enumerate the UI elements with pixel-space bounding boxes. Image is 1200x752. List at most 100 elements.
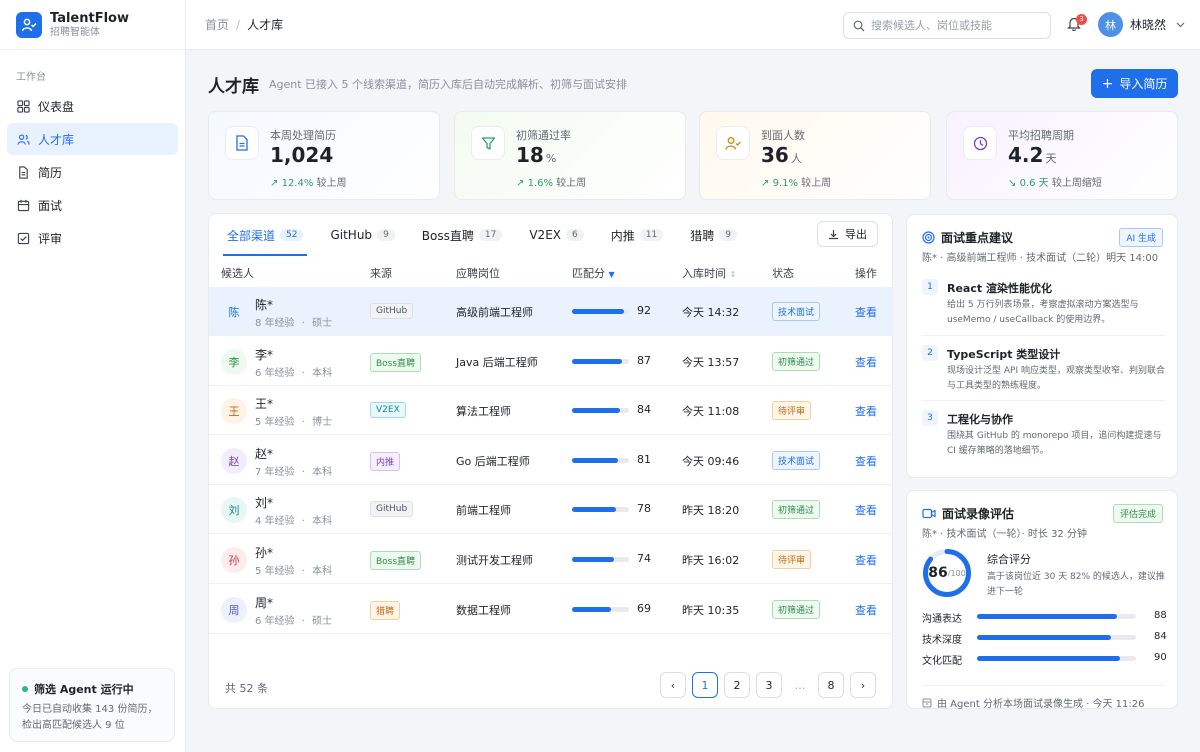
candidate-avatar: 李 <box>221 348 247 375</box>
prev-page-button[interactable]: ‹ <box>660 672 686 698</box>
kpi-label: 本周处理简历 <box>270 129 336 142</box>
search-icon <box>853 20 865 31</box>
table-row[interactable]: 陈陈* 8 年经验 · 硕士 GitHub 高级前端工程师 92 今天 14:32 技术面试… <box>209 287 894 336</box>
source-tag: GitHub <box>370 501 414 518</box>
kpi-card-interviewees: 到面人数 36 人 ↗ 9.1% 较上周 <box>699 111 931 200</box>
entry-time: 昨天 10:35 <box>682 603 740 617</box>
brand[interactable]: TalentFlow 招聘智能体 <box>0 0 185 50</box>
match-score-bar <box>572 358 629 364</box>
entry-time: 今天 13:57 <box>682 355 740 369</box>
candidate-meta: 8 年经验 · 硕士 <box>255 318 333 329</box>
source-tag: V2EX <box>370 402 406 419</box>
search-box[interactable] <box>843 12 1051 39</box>
table-row[interactable]: 孙孙* 5 年经验 · 本科 Boss直聘 测试开发工程师 74 昨天 16:02 待评审 查… <box>209 535 894 584</box>
score-desc: 高于该岗位近 30 天 82% 的候选人，建议推进下一轮 <box>987 572 1165 597</box>
chevron-down-icon <box>1176 22 1185 27</box>
table-row[interactable]: 刘刘* 4 年经验 · 本科 GitHub 前端工程师 78 昨天 18:20 初筛通过 查看 <box>209 485 894 535</box>
candidate-name: 王* <box>255 397 274 412</box>
tab-boss[interactable]: Boss直聘 17 <box>422 218 503 252</box>
metric-bar-fill <box>977 656 1121 661</box>
user-menu[interactable]: 林 林晓然 <box>1098 12 1185 37</box>
match-score-bar <box>572 408 629 414</box>
candidate-name: 陈* <box>255 298 274 312</box>
next-page-button[interactable]: › <box>850 672 876 698</box>
page-1-button[interactable]: 1 <box>692 672 718 698</box>
table-row[interactable]: 赵赵* 7 年经验 · 本科 内推 Go 后端工程师 81 今天 09:46 技术面试 查看 <box>209 436 894 485</box>
view-link[interactable]: 查看 <box>855 602 877 618</box>
view-link[interactable]: 查看 <box>855 304 877 320</box>
page-subtitle: Agent 已接入 5 个线索渠道，简历入库后自动完成解析、初筛与面试安排 <box>269 78 628 91</box>
document-icon <box>225 126 259 160</box>
job-title: 高级前端工程师 <box>456 306 533 319</box>
entry-time: 今天 09:46 <box>682 454 740 468</box>
job-title: 前端工程师 <box>456 504 511 518</box>
view-link[interactable]: 查看 <box>855 552 877 568</box>
kpi-delta: ↗ 12.4% 较上周 <box>270 178 347 189</box>
sidebar-item-talent-pool[interactable]: 人才库 <box>7 123 178 155</box>
sidebar-item-dashboard[interactable]: 仪表盘 <box>7 90 178 122</box>
match-score: 92 <box>637 304 651 317</box>
table-row[interactable]: 王王* 5 年经验 · 博士 V2EX 算法工程师 84 今天 11:08 待评审 查看 <box>209 386 894 436</box>
match-score-bar <box>572 606 629 612</box>
tab-v2ex[interactable]: V2EX 6 <box>529 218 584 252</box>
score-value: 86 <box>928 565 948 581</box>
target-icon <box>922 231 935 244</box>
panel-subtitle: 陈* · 技术面试（一轮）· 时长 32 分钟 <box>922 529 1087 540</box>
column-header: 状态 <box>772 266 794 280</box>
sidebar-item-resume[interactable]: 简历 <box>7 156 178 188</box>
kpi-value: 18% <box>516 143 557 167</box>
channel-tabs: 全部渠道 52 GitHub 9 Boss直聘 17 V2EX 6 内推 11 猎聘 9 <box>219 218 764 256</box>
candidate-meta: 6 年经验 · 硕士 <box>255 615 333 627</box>
page-8-button[interactable]: 8 <box>818 672 844 698</box>
tab-all-channels[interactable]: 全部渠道 52 <box>222 218 308 256</box>
metric-tech-depth: 技术深度 84 <box>922 631 1167 646</box>
agent-status-desc: 今日已自动收集 143 份简历，检出高匹配候选人 9 位 <box>22 704 158 731</box>
metric-bar-fill <box>977 635 1111 640</box>
column-header-sortable[interactable]: 入库时间 ⇕ <box>682 265 736 281</box>
tab-liepin[interactable]: 猎聘 9 <box>690 218 737 252</box>
video-icon <box>922 508 936 519</box>
candidate-table-panel: 全部渠道 52 GitHub 9 Boss直聘 17 V2EX 6 内推 11 猎聘 9 导… <box>208 213 894 709</box>
evaluation-footnote: 由 Agent 分析本场面试录像生成 · 今天 11:26 <box>922 685 1165 710</box>
column-header-sortable[interactable]: 匹配分 ▼ <box>572 265 615 281</box>
table-row[interactable]: 周周* 6 年经验 · 硕士 猎聘 数据工程师 69 昨天 10:35 初筛通过 查看 <box>209 585 894 634</box>
kpi-card-cycle: 平均招聘周期 4.2 天 ↘ 0.6 天 较上周缩短 <box>946 111 1178 200</box>
search-input[interactable] <box>871 19 1041 32</box>
tab-referral[interactable]: 内推 11 <box>611 218 664 252</box>
total-count: 共 52 条 <box>225 682 268 695</box>
page-2-button[interactable]: 2 <box>724 672 750 698</box>
view-link[interactable]: 查看 <box>855 453 877 469</box>
table-row[interactable]: 李李* 6 年经验 · 本科 Boss直聘 Java 后端工程师 87 今天 13:57 初… <box>209 337 894 386</box>
breadcrumb-home[interactable]: 首页 <box>205 16 229 33</box>
column-header: 候选人 <box>221 266 254 280</box>
check-square-icon <box>17 232 30 244</box>
import-resume-button[interactable]: + 导入简历 <box>1091 69 1178 98</box>
dashboard-icon <box>17 99 30 113</box>
page-3-button[interactable]: 3 <box>756 672 782 698</box>
trend-down-icon: ↘ <box>1008 178 1017 189</box>
entry-time: 今天 11:08 <box>682 405 740 419</box>
sort-desc-icon: ▼ <box>608 269 615 279</box>
sidebar-item-review[interactable]: 评审 <box>7 222 178 254</box>
brand-name: TalentFlow <box>50 10 129 26</box>
metric-bar-fill <box>977 614 1117 619</box>
tab-github[interactable]: GitHub 9 <box>330 218 395 252</box>
plus-icon: + <box>1101 75 1114 92</box>
sidebar-item-interview[interactable]: 面试 <box>7 189 178 221</box>
candidate-avatar: 王 <box>221 398 247 425</box>
view-link[interactable]: 查看 <box>855 403 877 419</box>
view-link[interactable]: 查看 <box>855 502 877 518</box>
match-score: 69 <box>637 601 651 615</box>
source-tag: 内推 <box>370 451 401 471</box>
kpi-card-resumes: 本周处理简历 1,024 ↗ 12.4% 较上周 <box>208 111 440 200</box>
candidate-name: 赵* <box>255 446 274 461</box>
evaluation-done-badge: 评估完成 <box>1112 504 1163 523</box>
kpi-value: 36 人 <box>761 143 802 167</box>
export-button[interactable]: 导出 <box>817 221 878 247</box>
candidate-meta: 6 年经验 · 本科 <box>255 367 333 379</box>
view-link[interactable]: 查看 <box>855 354 877 370</box>
status-badge: 待评审 <box>772 401 812 421</box>
kpi-delta: ↘ 0.6 天 较上周缩短 <box>1008 178 1102 189</box>
notification-button[interactable]: 3 <box>1067 14 1087 34</box>
breadcrumb: 首页 / 人才库 <box>205 16 283 33</box>
